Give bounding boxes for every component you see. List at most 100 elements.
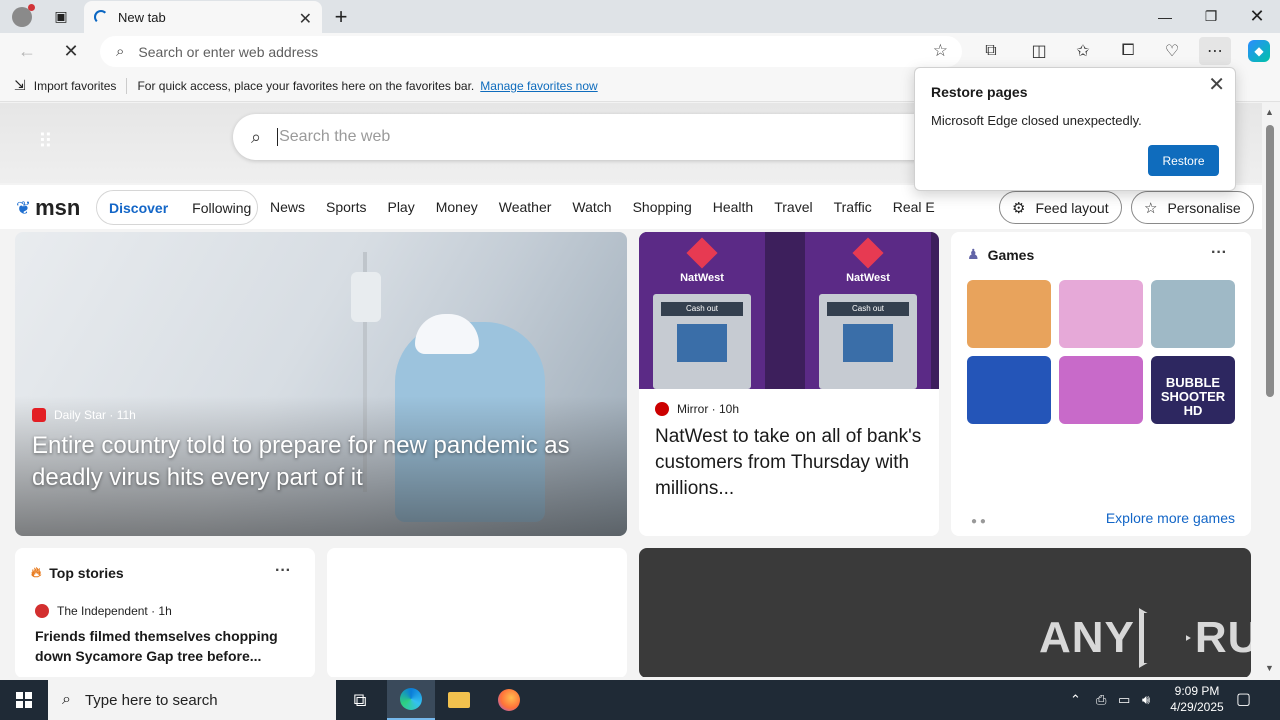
game-tile[interactable] <box>967 356 1051 424</box>
scroll-down-icon[interactable]: ▼ <box>1265 663 1274 673</box>
system-clock[interactable]: 9:09 PM 4/29/2025 <box>1162 683 1232 715</box>
tab-new-tab[interactable]: New tab ✕ <box>84 1 322 33</box>
search-icon: ⌕ <box>62 691 71 708</box>
collections-icon[interactable]: ⧠ <box>1112 37 1144 65</box>
nav-link-sports[interactable]: Sports <box>326 199 366 215</box>
separator: · <box>147 604 159 618</box>
personalise-button[interactable]: ☆ Personalise <box>1131 191 1254 224</box>
restore-button[interactable]: Restore <box>1148 145 1219 176</box>
split-screen-icon[interactable]: ◫ <box>1023 37 1055 65</box>
minimize-button[interactable]: — <box>1148 0 1182 33</box>
nav-link-health[interactable]: Health <box>713 199 753 215</box>
tab-actions-icon[interactable]: ▣ <box>46 0 76 33</box>
manage-favorites-link[interactable]: Manage favorites now <box>480 79 597 93</box>
scroll-up-icon[interactable]: ▲ <box>1265 107 1274 117</box>
game-tile[interactable] <box>1059 280 1143 348</box>
favorites-icon[interactable]: ✩ <box>1067 37 1099 65</box>
taskbar-explorer-button[interactable] <box>435 680 483 720</box>
nav-link-weather[interactable]: Weather <box>499 199 552 215</box>
watermark-left-text: ANY <box>1039 613 1135 662</box>
taskbar-search-placeholder: Type here to search <box>84 691 218 709</box>
natwest-logo-icon <box>852 237 884 269</box>
game-tile[interactable] <box>1151 280 1235 348</box>
game-tile-bubble-shooter[interactable]: BUBBLE SHOOTER HD <box>1151 356 1235 424</box>
more-options-icon[interactable]: ··· <box>275 562 291 580</box>
settings-more-icon[interactable]: ⋯ <box>1199 37 1231 65</box>
taskbar-edge-button[interactable] <box>387 680 435 720</box>
carousel-dots[interactable]: ● ● <box>971 516 986 527</box>
sparkle-star-icon: ☆ <box>1144 199 1158 217</box>
start-button[interactable] <box>0 680 48 720</box>
game-tile[interactable] <box>967 280 1051 348</box>
app-launcher-icon[interactable]: ⠿ <box>38 129 54 154</box>
separator: · <box>106 408 117 422</box>
story-headline[interactable]: Friends filmed themselves chopping down … <box>35 626 297 666</box>
game-tile[interactable] <box>1059 356 1143 424</box>
taskbar-firefox-button[interactable] <box>485 680 533 720</box>
nav-link-play[interactable]: Play <box>387 199 414 215</box>
more-options-icon[interactable]: ··· <box>1211 244 1227 262</box>
tray-chevron-icon[interactable]: ⌃ <box>1070 680 1081 720</box>
hero-image-iv-bag <box>351 272 381 322</box>
tray-device-icon[interactable]: ⎙ <box>1096 680 1106 720</box>
natwest-brand-text: NatWest <box>846 272 890 284</box>
close-window-button[interactable]: ✕ <box>1240 0 1274 33</box>
dialog-close-icon[interactable]: ✕ <box>1208 72 1225 97</box>
video-card[interactable]: ANY RUN <box>639 548 1251 677</box>
independent-logo-icon <box>35 604 49 618</box>
atm-label: Cash out <box>827 302 909 316</box>
task-view-icon[interactable]: ⧉ <box>336 680 384 720</box>
back-button[interactable]: ← <box>12 37 42 65</box>
msn-nav-bar: ❦ msn Discover Following News Sports Pla… <box>0 185 1262 229</box>
nav-link-traffic[interactable]: Traffic <box>834 199 872 215</box>
msn-logo[interactable]: ❦ msn <box>16 195 80 221</box>
add-favorite-icon[interactable]: ☆ <box>933 41 948 61</box>
extensions-icon[interactable]: ⧉ <box>975 37 1007 65</box>
natwest-brand-text: NatWest <box>680 272 724 284</box>
category-links: News Sports Play Money Weather Watch Sho… <box>270 199 956 215</box>
natwest-headline[interactable]: NatWest to take on all of bank's custome… <box>655 424 925 502</box>
tab-discover[interactable]: Discover <box>97 200 180 216</box>
copilot-button[interactable]: ◆ <box>1243 37 1275 65</box>
hero-news-card[interactable]: Daily Star · 11h Entire country told to … <box>15 232 627 536</box>
notification-icon[interactable]: ▢ <box>1236 689 1251 709</box>
flame-icon: 🔥︎ <box>31 564 42 580</box>
browser-essentials-icon[interactable]: ♡ <box>1156 37 1188 65</box>
nav-link-watch[interactable]: Watch <box>572 199 611 215</box>
nav-link-news[interactable]: News <box>270 199 305 215</box>
msn-logo-text: msn <box>35 195 81 220</box>
firefox-icon <box>498 689 520 711</box>
profile-avatar-icon <box>12 3 35 27</box>
tab-close-icon[interactable]: ✕ <box>299 9 312 29</box>
story-source-name: The Independent <box>57 604 148 618</box>
import-favorites-button[interactable]: ⇲ Import favorites <box>14 77 116 94</box>
hero-headline[interactable]: Entire country told to prepare for new p… <box>32 430 612 494</box>
search-icon: ⌕ <box>251 126 262 147</box>
nav-link-travel[interactable]: Travel <box>774 199 812 215</box>
feed-layout-button[interactable]: ⚙ Feed layout <box>999 191 1122 224</box>
nav-link-shopping[interactable]: Shopping <box>633 199 692 215</box>
dialog-title: Restore pages <box>931 84 1028 100</box>
stop-loading-button[interactable]: ✕ <box>56 37 86 65</box>
windows-taskbar: ⌕ Type here to search ⧉ ⌃ ⎙ ▭ 🔊︎ 9:09 PM… <box>0 680 1280 720</box>
volume-icon[interactable]: 🔊︎ <box>1142 680 1150 720</box>
top-stories-header: 🔥︎ Top stories <box>31 564 124 581</box>
taskbar-search-box[interactable]: ⌕ Type here to search <box>48 680 336 720</box>
restore-window-button[interactable]: ❐ <box>1194 0 1228 33</box>
address-bar[interactable]: ⌕ Search or enter web address ☆ <box>100 36 962 67</box>
feed-layout-label: Feed layout <box>1035 199 1109 216</box>
natwest-news-card[interactable]: NatWest Cash out NatWest Cash out Mirror… <box>639 232 939 536</box>
games-header: ♟ Games <box>967 246 1034 263</box>
explore-more-games-link[interactable]: Explore more games <box>1106 510 1235 526</box>
page-scrollbar[interactable]: ▲ ▼ <box>1262 103 1280 677</box>
tab-following[interactable]: Following <box>180 200 263 216</box>
profile-button[interactable] <box>6 0 38 33</box>
hero-age: 11h <box>116 408 136 422</box>
network-icon[interactable]: ▭ <box>1118 680 1130 720</box>
scrollbar-thumb[interactable] <box>1266 125 1274 397</box>
nav-link-real-estate[interactable]: Real E <box>893 199 935 215</box>
new-tab-button[interactable]: + <box>330 0 352 33</box>
web-search-box[interactable]: ⌕ Search the web <box>233 114 993 160</box>
msn-butterfly-icon: ❦ <box>16 197 32 218</box>
nav-link-money[interactable]: Money <box>436 199 478 215</box>
